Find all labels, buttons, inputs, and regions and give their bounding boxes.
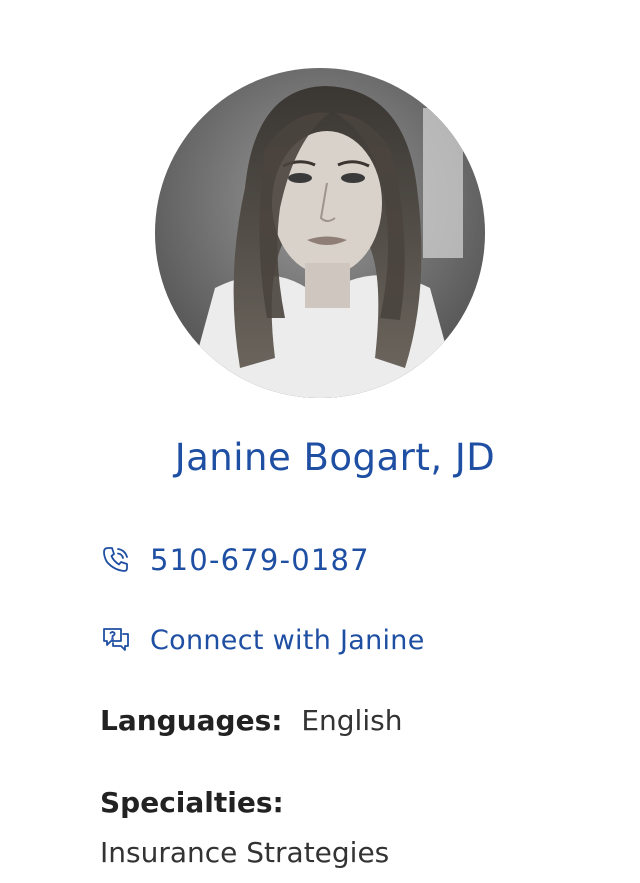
profile-avatar [155, 68, 485, 398]
languages-value: English [301, 704, 403, 737]
languages-label: Languages: [100, 704, 283, 737]
profile-photo [155, 68, 485, 398]
profile-name[interactable]: Janine Bogart, JD [0, 436, 640, 479]
phone-number-link[interactable]: 510-679-0187 [150, 543, 370, 577]
chat-question-icon [100, 624, 132, 656]
languages-field: Languages: English [100, 704, 402, 737]
specialties-label: Specialties: [100, 786, 284, 819]
connect-row[interactable]: Connect with Janine [100, 624, 425, 656]
phone-icon [100, 544, 132, 576]
phone-row[interactable]: 510-679-0187 [100, 543, 370, 577]
specialties-value: Insurance Strategies [100, 836, 390, 869]
connect-link[interactable]: Connect with Janine [150, 625, 425, 656]
